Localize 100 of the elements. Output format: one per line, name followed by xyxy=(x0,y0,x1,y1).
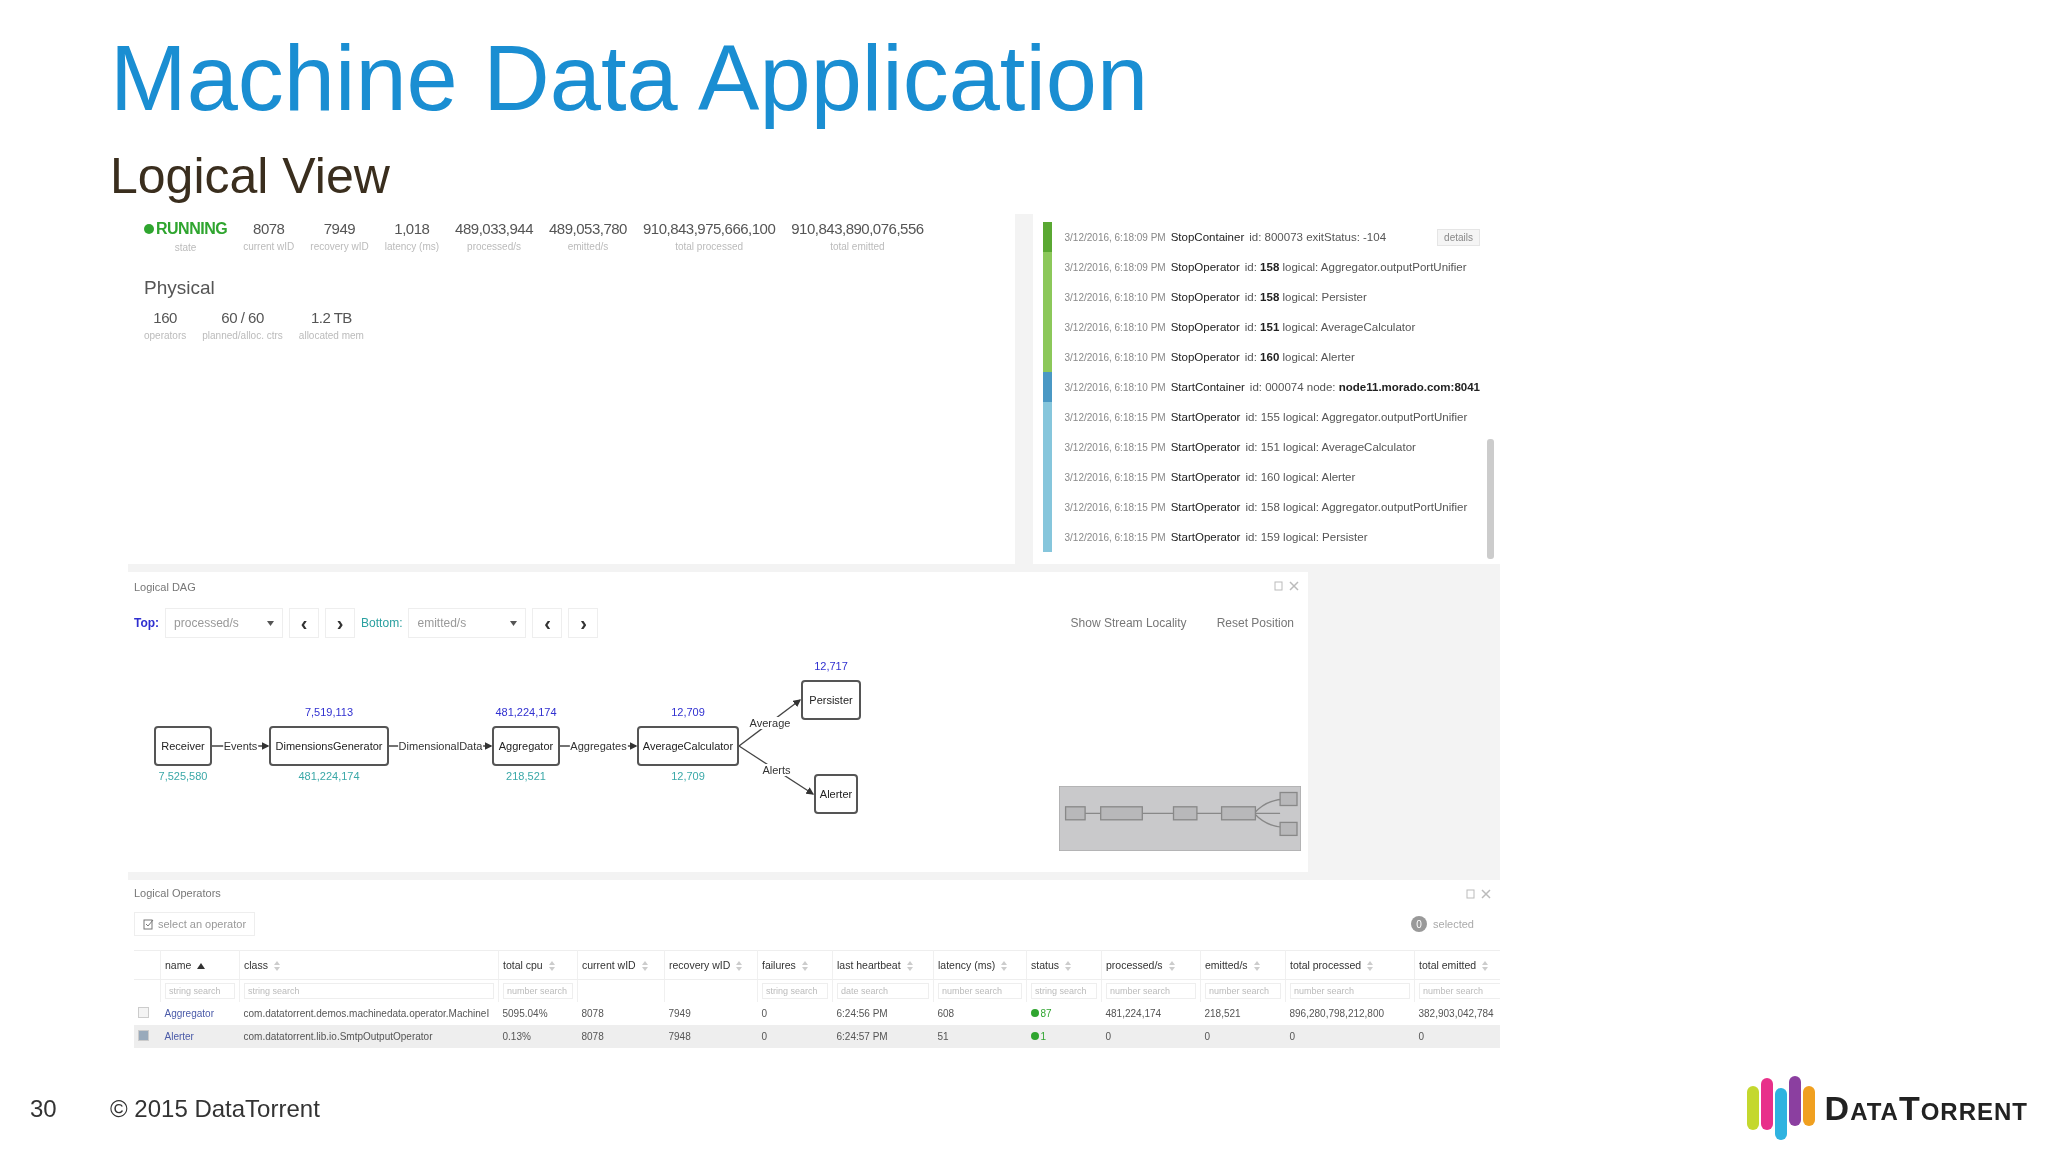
table-cell: 6:24:57 PM xyxy=(836,1031,888,1042)
node-bottom-value: 12,709 xyxy=(671,770,705,782)
dag-node[interactable]: Aggregator xyxy=(492,726,560,766)
slide-subtitle: Logical View xyxy=(110,147,391,206)
previous-button[interactable]: ‹ xyxy=(289,608,320,638)
filter-field[interactable]: number search xyxy=(503,983,573,999)
node-bottom-value: 218,521 xyxy=(506,770,546,782)
dag-link[interactable]: Show Stream Locality xyxy=(1070,616,1187,630)
dag-node[interactable]: Receiver xyxy=(154,726,212,766)
next-button[interactable]: › xyxy=(568,608,599,638)
filter-field[interactable]: string search xyxy=(244,983,494,999)
operator-link[interactable]: Alerter xyxy=(164,1031,194,1042)
event-time: 3/12/2016, 6:18:10 PM xyxy=(1064,291,1166,303)
column-header[interactable]: last heartbeat xyxy=(832,950,934,980)
table-cell: 51 xyxy=(937,1031,949,1042)
dag-node[interactable]: Alerter xyxy=(814,774,858,814)
stat-label: planned/alloc. ctrs xyxy=(202,330,283,341)
filter-field[interactable]: date search xyxy=(837,983,929,999)
column-header[interactable]: total cpu xyxy=(498,950,578,980)
filter-field[interactable]: number search xyxy=(1290,983,1410,999)
bottom-label: Bottom: xyxy=(361,616,403,630)
minimap-drawing[interactable] xyxy=(1059,786,1301,851)
table-cell: 218,521 xyxy=(1204,1008,1241,1019)
event-time: 3/12/2016, 6:18:15 PM xyxy=(1064,501,1166,513)
table-cell: com.datatorrent.demos.machinedata.operator.MachineI xyxy=(243,1008,490,1019)
dag-node[interactable]: AverageCalculator xyxy=(637,726,739,766)
column-header[interactable]: processed/s xyxy=(1101,950,1201,980)
node-top-value: 481,224,174 xyxy=(495,706,557,718)
previous-button[interactable]: ‹ xyxy=(532,608,563,638)
table-cell: 8078 xyxy=(581,1031,604,1042)
column-header[interactable]: name xyxy=(160,950,240,980)
panel-controls-icon[interactable] xyxy=(1466,888,1492,900)
event-type: StopOperator xyxy=(1170,291,1240,303)
edge-label: Events xyxy=(222,740,259,752)
event-time: 3/12/2016, 6:18:15 PM xyxy=(1064,471,1166,483)
filter-field[interactable]: number search xyxy=(1106,983,1196,999)
stat-value: 910,843,975,666,100 xyxy=(642,220,776,237)
table-cell: 0 xyxy=(1105,1031,1112,1042)
column-header[interactable]: total processed xyxy=(1285,950,1415,980)
operator-link[interactable]: Aggregator xyxy=(164,1008,214,1019)
page-number: 30 xyxy=(30,1094,58,1123)
stat-value: 910,843,890,076,556 xyxy=(791,220,924,237)
filter-field[interactable]: string search xyxy=(165,983,235,999)
table-cell: 0 xyxy=(1289,1031,1296,1042)
stat-value: RUNNING xyxy=(156,220,228,238)
table-cell: 0 xyxy=(1204,1031,1211,1042)
event-type: StartOperator xyxy=(1170,471,1241,483)
event-type: StartOperator xyxy=(1170,501,1241,513)
event-type: StartOperator xyxy=(1170,531,1241,543)
event-type: StartContainer xyxy=(1170,381,1245,393)
stat-label: total emitted xyxy=(830,241,885,252)
stat-label: latency (ms) xyxy=(384,241,440,252)
node-top-value: 12,709 xyxy=(671,706,705,718)
table-cell: 5095.04% xyxy=(502,1008,548,1019)
event-detail: id: 158 logical: Persister xyxy=(1244,291,1367,303)
next-button[interactable]: › xyxy=(325,608,356,638)
column-header[interactable]: class xyxy=(239,950,499,980)
column-header[interactable]: status xyxy=(1026,950,1102,980)
event-time: 3/12/2016, 6:18:10 PM xyxy=(1064,381,1166,393)
event-time: 3/12/2016, 6:18:15 PM xyxy=(1064,531,1166,543)
column-header[interactable]: total emitted xyxy=(1414,950,1500,980)
selected-label: selected xyxy=(1433,918,1474,930)
dag-node[interactable]: DimensionsGenerator xyxy=(269,726,389,766)
stat-value: 489,053,780 xyxy=(549,220,627,237)
filter-field[interactable]: number search xyxy=(938,983,1022,999)
edge-label: Aggregates xyxy=(569,740,628,752)
column-header[interactable]: emitted/s xyxy=(1200,950,1286,980)
filter-field[interactable]: number search xyxy=(1205,983,1281,999)
table-cell: 481,224,174 xyxy=(1105,1008,1162,1019)
filter-field[interactable]: number search xyxy=(1419,983,1500,999)
event-type: StartOperator xyxy=(1170,411,1241,423)
status-cell: 87 xyxy=(1030,1007,1052,1019)
panel-title: Logical DAG xyxy=(134,581,196,593)
column-header[interactable]: recovery wID xyxy=(664,950,758,980)
row-checkbox[interactable] xyxy=(138,1030,149,1041)
scrollbar[interactable] xyxy=(1487,439,1494,559)
panel-controls-icon[interactable] xyxy=(1274,580,1300,592)
column-header[interactable]: latency (ms) xyxy=(933,950,1027,980)
stat-value: 7949 xyxy=(323,220,356,237)
stat-label: emitted/s xyxy=(567,241,609,252)
slide-title: Machine Data Application xyxy=(110,28,1150,128)
node-top-value: 12,717 xyxy=(814,660,848,672)
edge-label: DimensionalData xyxy=(397,740,484,752)
event-type: StopOperator xyxy=(1170,261,1240,273)
table-cell: 0 xyxy=(1418,1031,1425,1042)
filter-field[interactable]: string search xyxy=(762,983,828,999)
dag-node[interactable]: Persister xyxy=(801,680,861,720)
stat-label: total processed xyxy=(675,241,743,252)
dag-link[interactable]: Reset Position xyxy=(1216,616,1294,630)
row-checkbox[interactable] xyxy=(138,1007,149,1018)
filter-field[interactable]: string search xyxy=(1031,983,1097,999)
table-cell: 382,903,042,784 xyxy=(1418,1008,1494,1019)
column-header[interactable]: failures xyxy=(757,950,833,980)
stat-label: operators xyxy=(144,330,187,341)
event-detail: id: 160 logical: Alerter xyxy=(1244,351,1355,363)
event-time: 3/12/2016, 6:18:09 PM xyxy=(1064,261,1166,273)
column-header[interactable]: current wID xyxy=(577,950,665,980)
node-bottom-value: 481,224,174 xyxy=(298,770,360,782)
stat-label: current wID xyxy=(243,241,295,252)
table-cell: 896,280,798,212,800 xyxy=(1289,1008,1385,1019)
